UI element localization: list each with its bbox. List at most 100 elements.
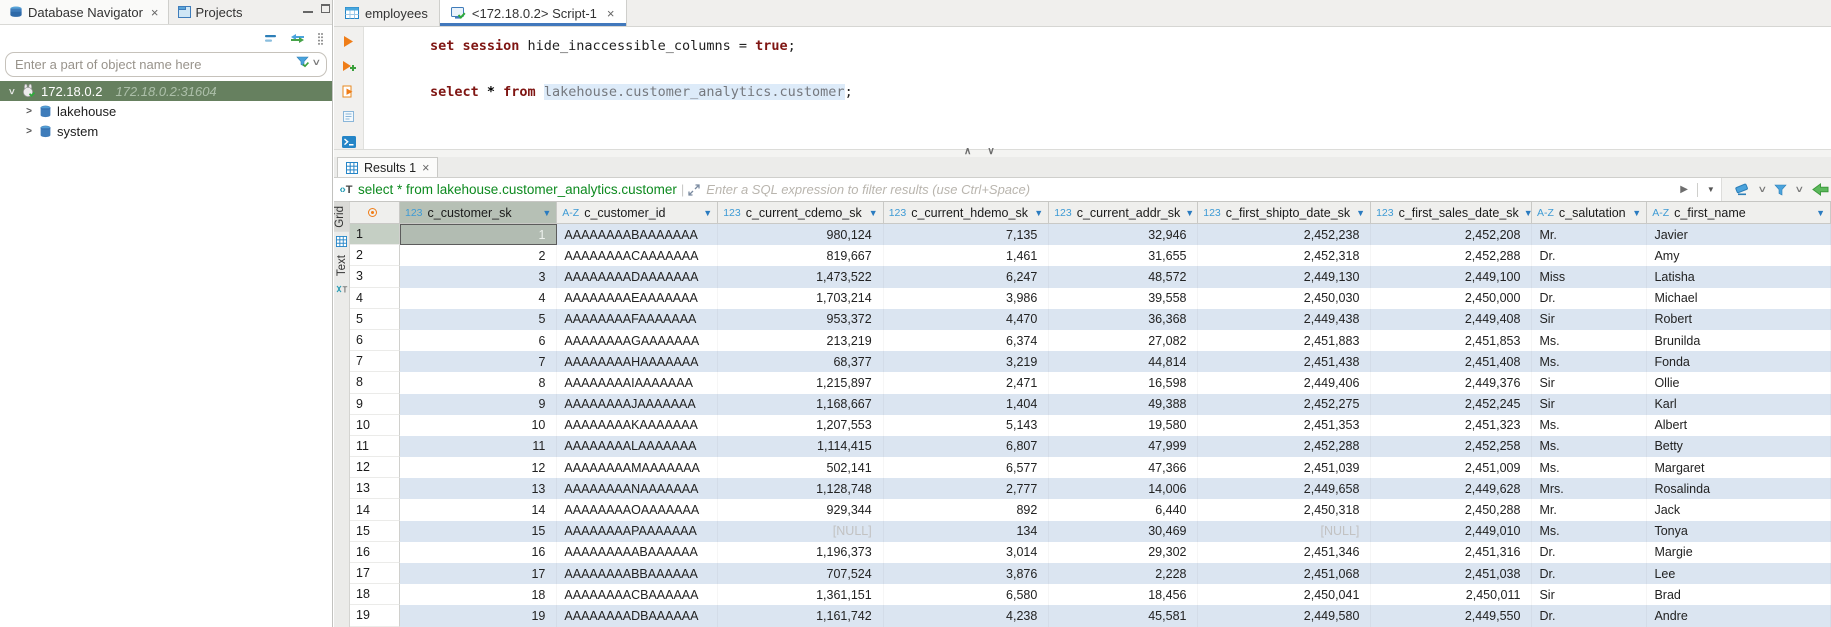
cell-c_current_hdemo_sk[interactable]: 6,580	[884, 584, 1050, 605]
cell-c_salutation[interactable]: Ms.	[1532, 436, 1647, 457]
cell-c_current_cdemo_sk[interactable]: 1,361,151	[718, 584, 884, 605]
cell-c_customer_sk[interactable]: 4	[400, 288, 557, 309]
cell-c_first_shipto_date_sk[interactable]: 2,449,438	[1198, 309, 1371, 330]
cell-c_salutation[interactable]: Sir	[1532, 372, 1647, 393]
cell-c_first_sales_date_sk[interactable]: 2,451,038	[1371, 563, 1532, 584]
cell-c_current_hdemo_sk[interactable]: 6,247	[884, 266, 1050, 287]
row-number[interactable]: 3	[350, 266, 400, 287]
cell-c_customer_id[interactable]: AAAAAAAADBAAAAAA	[557, 605, 718, 626]
row-number[interactable]: 12	[350, 457, 400, 478]
filter-settings[interactable]: ∨	[296, 56, 320, 68]
cell-c_first_name[interactable]: Margie	[1647, 542, 1831, 563]
text-view-icon[interactable]: T	[336, 284, 348, 294]
tab-text-view[interactable]: Text	[336, 251, 348, 280]
cell-c_salutation[interactable]: Dr.	[1532, 288, 1647, 309]
cell-c_customer_id[interactable]: AAAAAAAAHAAAAAAA	[557, 351, 718, 372]
cell-c_customer_id[interactable]: AAAAAAAALAAAAAAA	[557, 436, 718, 457]
cell-c_current_cdemo_sk[interactable]: 929,344	[718, 499, 884, 520]
tab-projects[interactable]: Projects	[169, 0, 252, 24]
cell-c_current_cdemo_sk[interactable]: 1,168,667	[718, 394, 884, 415]
row-number[interactable]: 5	[350, 309, 400, 330]
cell-c_first_name[interactable]: Betty	[1647, 436, 1831, 457]
column-header-c_current_addr_sk[interactable]: 123c_current_addr_sk▼	[1049, 202, 1198, 223]
chevron-collapsed-icon[interactable]: >	[24, 106, 34, 117]
chevron-collapsed-icon[interactable]: >	[24, 126, 34, 137]
cell-c_salutation[interactable]: Ms.	[1532, 351, 1647, 372]
cell-c_salutation[interactable]: Ms.	[1532, 457, 1647, 478]
column-header-c_customer_sk[interactable]: 123c_customer_sk▼	[400, 202, 557, 223]
column-filter-arrow-icon[interactable]: ▼	[869, 208, 878, 218]
cell-c_first_name[interactable]: Brad	[1647, 584, 1831, 605]
cell-c_customer_sk[interactable]: 5	[400, 309, 557, 330]
filter-input-placeholder[interactable]: Enter a SQL expression to filter results…	[706, 182, 1674, 197]
cell-c_first_shipto_date_sk[interactable]: 2,451,346	[1198, 542, 1371, 563]
tree-item-lakehouse[interactable]: >lakehouse	[0, 101, 332, 121]
column-header-c_customer_id[interactable]: A-Zc_customer_id▼	[557, 202, 718, 223]
cell-c_first_shipto_date_sk[interactable]: 2,449,658	[1198, 478, 1371, 499]
cell-c_first_shipto_date_sk[interactable]: 2,452,238	[1198, 224, 1371, 245]
cell-c_first_sales_date_sk[interactable]: 2,449,010	[1371, 521, 1532, 542]
view-menu-button[interactable]	[317, 32, 324, 46]
cell-c_customer_id[interactable]: AAAAAAAAJAAAAAAA	[557, 394, 718, 415]
minimize-icon[interactable]	[303, 5, 313, 13]
cell-c_current_addr_sk[interactable]: 6,440	[1049, 499, 1198, 520]
cell-c_current_hdemo_sk[interactable]: 2,777	[884, 478, 1050, 499]
cell-c_current_hdemo_sk[interactable]: 6,807	[884, 436, 1050, 457]
cell-c_current_addr_sk[interactable]: 27,082	[1049, 330, 1198, 351]
cell-c_current_addr_sk[interactable]: 47,999	[1049, 436, 1198, 457]
cell-c_first_name[interactable]: Karl	[1647, 394, 1831, 415]
cell-c_first_sales_date_sk[interactable]: 2,451,853	[1371, 330, 1532, 351]
column-filter-arrow-icon[interactable]: ▼	[542, 208, 551, 218]
cell-c_customer_sk[interactable]: 13	[400, 478, 557, 499]
cell-c_first_name[interactable]: Fonda	[1647, 351, 1831, 372]
cell-c_first_name[interactable]: Andre	[1647, 605, 1831, 626]
cell-c_current_cdemo_sk[interactable]: [NULL]	[718, 521, 884, 542]
cell-c_first_shipto_date_sk[interactable]: 2,451,353	[1198, 415, 1371, 436]
chevron-expanded-icon[interactable]: >	[6, 86, 17, 96]
cell-c_first_name[interactable]: Michael	[1647, 288, 1831, 309]
cell-c_current_hdemo_sk[interactable]: 3,986	[884, 288, 1050, 309]
cell-c_current_hdemo_sk[interactable]: 7,135	[884, 224, 1050, 245]
cell-c_salutation[interactable]: Sir	[1532, 309, 1647, 330]
row-number[interactable]: 11	[350, 436, 400, 457]
cell-c_customer_id[interactable]: AAAAAAAAIAAAAAAA	[557, 372, 718, 393]
cell-c_current_hdemo_sk[interactable]: 5,143	[884, 415, 1050, 436]
cell-c_customer_sk[interactable]: 15	[400, 521, 557, 542]
cell-c_customer_sk[interactable]: 2	[400, 245, 557, 266]
cell-c_salutation[interactable]: Mr.	[1532, 224, 1647, 245]
cell-c_customer_sk[interactable]: 10	[400, 415, 557, 436]
cell-c_first_shipto_date_sk[interactable]: 2,449,130	[1198, 266, 1371, 287]
chevron-down-icon[interactable]: ∨	[1795, 184, 1805, 195]
cell-c_first_sales_date_sk[interactable]: 2,449,100	[1371, 266, 1532, 287]
cell-c_current_addr_sk[interactable]: 47,366	[1049, 457, 1198, 478]
row-number[interactable]: 7	[350, 351, 400, 372]
cell-c_customer_sk[interactable]: 3	[400, 266, 557, 287]
filters-button[interactable]	[1774, 184, 1787, 196]
cell-c_current_addr_sk[interactable]: 14,006	[1049, 478, 1198, 499]
cell-c_customer_sk[interactable]: 11	[400, 436, 557, 457]
cell-c_customer_sk[interactable]: 8	[400, 372, 557, 393]
tree-item-connection[interactable]: > 172.18.0.2 172.18.0.2:31604	[0, 81, 332, 101]
cell-c_customer_id[interactable]: AAAAAAAABBAAAAAA	[557, 563, 718, 584]
cell-c_salutation[interactable]: Mrs.	[1532, 478, 1647, 499]
close-icon[interactable]: ×	[422, 161, 429, 175]
row-number[interactable]: 13	[350, 478, 400, 499]
collapse-all-button[interactable]	[265, 34, 278, 43]
cell-c_first_sales_date_sk[interactable]: 2,450,288	[1371, 499, 1532, 520]
cell-c_salutation[interactable]: Ms.	[1532, 330, 1647, 351]
execute-new-tab-button[interactable]	[341, 59, 357, 74]
cell-c_current_addr_sk[interactable]: 18,456	[1049, 584, 1198, 605]
row-number[interactable]: 10	[350, 415, 400, 436]
cell-c_first_sales_date_sk[interactable]: 2,449,376	[1371, 372, 1532, 393]
execute-script-button[interactable]	[341, 84, 357, 99]
cell-c_first_sales_date_sk[interactable]: 2,452,288	[1371, 245, 1532, 266]
column-header-c_first_sales_date_sk[interactable]: 123c_first_sales_date_sk▼	[1371, 202, 1532, 223]
cell-c_first_name[interactable]: Javier	[1647, 224, 1831, 245]
cell-c_current_hdemo_sk[interactable]: 3,219	[884, 351, 1050, 372]
cell-c_first_name[interactable]: Lee	[1647, 563, 1831, 584]
column-header-c_first_shipto_date_sk[interactable]: 123c_first_shipto_date_sk▼	[1198, 202, 1371, 223]
cell-c_customer_sk[interactable]: 9	[400, 394, 557, 415]
cell-c_salutation[interactable]: Dr.	[1532, 542, 1647, 563]
open-sql-console-button[interactable]	[341, 134, 357, 149]
cell-c_current_cdemo_sk[interactable]: 819,667	[718, 245, 884, 266]
